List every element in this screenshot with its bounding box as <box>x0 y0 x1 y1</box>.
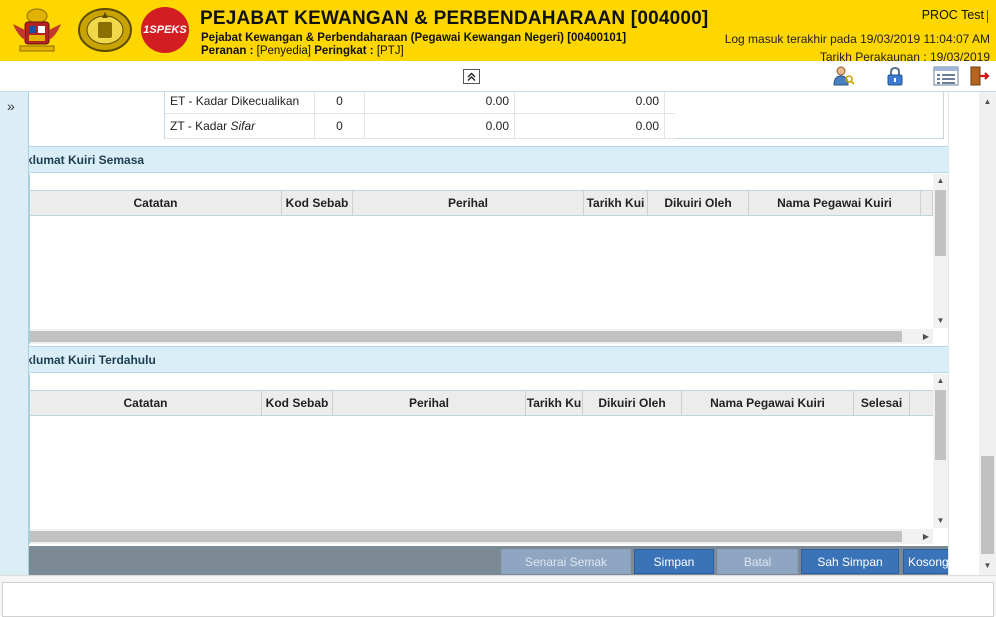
level-label: Peringkat : <box>314 45 374 57</box>
tax-amount-cell: 0.00 <box>365 92 515 113</box>
page-subtitle: Pejabat Kewangan & Perbendaharaan (Pegaw… <box>201 32 627 44</box>
page-title: PEJABAT KEWANGAN & PERBENDAHARAAN [00400… <box>200 8 709 29</box>
scroll-down-icon[interactable]: ▼ <box>933 314 948 328</box>
scroll-thumb[interactable] <box>935 390 946 460</box>
scroll-up-icon[interactable]: ▲ <box>979 94 996 109</box>
page-vertical-scrollbar[interactable]: ▲ ▼ <box>979 92 996 575</box>
column-header[interactable]: Tarikh Ku <box>526 391 583 415</box>
column-header[interactable]: Perihal <box>333 391 526 415</box>
lock-icon[interactable] <box>883 65 907 87</box>
federal-crest-logo <box>74 6 136 54</box>
scroll-thumb[interactable] <box>30 331 902 342</box>
scroll-thumb[interactable] <box>30 531 902 542</box>
user-divider <box>987 10 988 23</box>
app-header: 1SPEKS PEJABAT KEWANGAN & PERBENDAHARAAN… <box>0 0 996 61</box>
scroll-down-icon[interactable]: ▼ <box>933 514 948 528</box>
horizontal-scrollbar[interactable]: ▶ <box>30 329 933 344</box>
column-header[interactable]: Catatan <box>30 391 262 415</box>
column-header[interactable]: Catatan <box>30 191 282 215</box>
scroll-up-icon[interactable]: ▲ <box>933 374 948 388</box>
section-title: klumat Kuiri Terdahulu <box>29 353 156 367</box>
column-header-extra <box>921 191 933 215</box>
last-login-info: Log masuk terakhir pada 19/03/2019 11:04… <box>724 32 990 46</box>
toolbar <box>0 61 996 92</box>
column-header[interactable]: Perihal <box>353 191 584 215</box>
status-panel <box>2 582 994 617</box>
state-coat-of-arms-logo <box>8 6 66 54</box>
table-row: ET - Kadar Dikecualikan 0 0.00 0.00 <box>165 92 675 114</box>
column-header[interactable]: Dikuiri Oleh <box>648 191 749 215</box>
column-header[interactable]: Nama Pegawai Kuiri <box>749 191 921 215</box>
exit-door-icon[interactable] <box>967 65 991 87</box>
scroll-thumb[interactable] <box>935 190 946 256</box>
grid-header: Catatan Kod Sebab Perihal Tarikh Ku Diku… <box>30 390 933 416</box>
current-query-section-header[interactable]: klumat Kuiri Semasa <box>29 146 948 173</box>
vertical-scrollbar[interactable]: ▲ ▼ <box>933 374 948 528</box>
save-button[interactable]: Simpan <box>634 549 714 574</box>
column-header[interactable]: Kod Sebab <box>262 391 333 415</box>
tax-amount-cell: 0.00 <box>365 114 515 138</box>
cancel-button[interactable]: Batal <box>717 549 798 574</box>
current-user[interactable]: PROC Test <box>922 8 984 22</box>
tax-value-cell: 0.00 <box>515 114 665 138</box>
scroll-thumb[interactable] <box>981 456 994 554</box>
confirm-save-button[interactable]: Sah Simpan <box>801 549 899 574</box>
double-chevron-up-icon[interactable] <box>463 69 480 84</box>
vertical-scrollbar[interactable]: ▲ ▼ <box>933 174 948 328</box>
user-key-icon[interactable] <box>831 65 855 87</box>
checklist-button[interactable]: Senarai Semak <box>501 549 631 574</box>
tax-value-cell: 0.00 <box>515 92 665 113</box>
accounting-date: Tarikh Perakaunan : 19/03/2019 <box>819 50 990 61</box>
scroll-down-icon[interactable]: ▼ <box>979 558 996 573</box>
horizontal-scrollbar[interactable]: ▶ <box>30 529 933 544</box>
table-row: ZT - Kadar Sifar 0 0.00 0.00 <box>165 114 675 139</box>
tax-code-cell: ZT - Kadar Sifar <box>165 114 315 138</box>
list-icon[interactable] <box>933 65 959 87</box>
side-panel-collapsed: » <box>0 92 29 575</box>
current-query-grid: Catatan Kod Sebab Perihal Tarikh Kui Dik… <box>29 174 948 344</box>
scroll-right-icon[interactable]: ▶ <box>919 529 933 544</box>
role-value: [Penyedia] <box>256 45 311 57</box>
column-header[interactable]: Dikuiri Oleh <box>583 391 682 415</box>
status-area <box>0 575 996 617</box>
double-chevron-right-icon[interactable]: » <box>7 98 15 114</box>
tax-code-cell: ET - Kadar Dikecualikan <box>165 92 315 113</box>
column-header[interactable]: Selesai <box>854 391 910 415</box>
column-header[interactable]: Nama Pegawai Kuiri <box>682 391 854 415</box>
1speks-logo: 1SPEKS <box>141 7 189 53</box>
level-value: [PTJ] <box>376 45 404 57</box>
previous-query-section-header[interactable]: klumat Kuiri Terdahulu <box>29 346 948 373</box>
role-line: Peranan : [Penyedia] Peringkat : [PTJ] <box>201 45 404 57</box>
scroll-up-icon[interactable]: ▲ <box>933 174 948 188</box>
previous-query-grid: Catatan Kod Sebab Perihal Tarikh Ku Diku… <box>29 374 948 544</box>
column-header[interactable]: Kod Sebab <box>282 191 353 215</box>
column-header[interactable]: Tarikh Kui <box>584 191 648 215</box>
tax-rate-cell: 0 <box>315 92 365 113</box>
grid-header: Catatan Kod Sebab Perihal Tarikh Kui Dik… <box>30 190 933 216</box>
action-button-bar: Senarai Semak Simpan Batal Sah Simpan Ko… <box>29 546 973 575</box>
right-gutter <box>948 92 979 575</box>
scroll-right-icon[interactable]: ▶ <box>919 329 933 344</box>
role-label: Peranan : <box>201 45 254 57</box>
logo-text: 1SPEKS <box>143 24 187 36</box>
tax-rate-cell: 0 <box>315 114 365 138</box>
main-content: ET - Kadar Dikecualikan 0 0.00 0.00 ZT -… <box>29 92 948 575</box>
tax-table: ET - Kadar Dikecualikan 0 0.00 0.00 ZT -… <box>164 92 944 139</box>
section-title: klumat Kuiri Semasa <box>29 153 145 167</box>
